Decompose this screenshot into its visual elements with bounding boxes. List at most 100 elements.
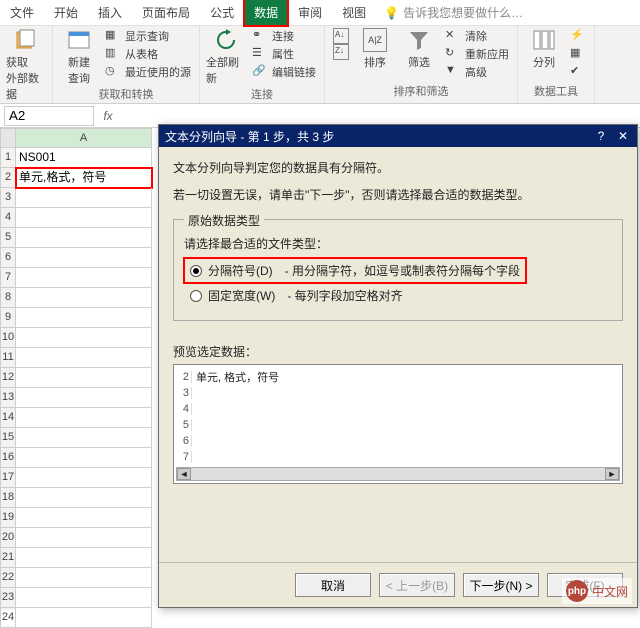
radio-delimited[interactable] (190, 265, 202, 277)
tab-file[interactable]: 文件 (0, 0, 44, 26)
next-button[interactable]: 下一步(N) > (463, 573, 539, 597)
tell-me-search[interactable]: 💡 告诉我您想要做什么… (384, 4, 523, 21)
row-header-12[interactable]: 12 (0, 368, 16, 388)
row-header-5[interactable]: 5 (0, 228, 16, 248)
row-header-24[interactable]: 24 (0, 608, 16, 628)
filter-button[interactable]: 筛选 (399, 28, 439, 70)
refresh-all-button[interactable]: 全部刷新 (206, 28, 246, 86)
tool-icon-3[interactable]: ✔ (568, 64, 588, 80)
cell-a19[interactable] (16, 508, 152, 528)
row-header-22[interactable]: 22 (0, 568, 16, 588)
properties-button[interactable]: ☰属性 (250, 46, 318, 62)
radio-fixed-width[interactable] (190, 290, 202, 302)
advanced-filter-button[interactable]: ▼高级 (443, 64, 511, 80)
cell-a24[interactable] (16, 608, 152, 628)
tab-review[interactable]: 审阅 (288, 0, 332, 26)
cell-a4[interactable] (16, 208, 152, 228)
tab-layout[interactable]: 页面布局 (132, 0, 200, 26)
edit-links-button[interactable]: 🔗编辑链接 (250, 64, 318, 80)
row-header-8[interactable]: 8 (0, 288, 16, 308)
tab-home[interactable]: 开始 (44, 0, 88, 26)
cell-a20[interactable] (16, 528, 152, 548)
reapply-button[interactable]: ↻重新应用 (443, 46, 511, 62)
wizard-intro-1: 文本分列向导判定您的数据具有分隔符。 (173, 159, 623, 176)
scroll-right-icon[interactable]: ► (605, 468, 619, 480)
tab-view[interactable]: 视图 (332, 0, 376, 26)
new-query-button[interactable]: 新建 查询 (59, 28, 99, 86)
text-to-columns-button[interactable]: 分列 (524, 28, 564, 70)
back-button[interactable]: < 上一步(B) (379, 573, 455, 597)
cell-a15[interactable] (16, 428, 152, 448)
row-header-2[interactable]: 2 (0, 168, 16, 188)
cell-a6[interactable] (16, 248, 152, 268)
row-header-1[interactable]: 1 (0, 148, 16, 168)
row-header-13[interactable]: 13 (0, 388, 16, 408)
cell-a21[interactable] (16, 548, 152, 568)
formula-input[interactable] (118, 106, 640, 126)
select-all-corner[interactable] (0, 128, 16, 148)
row-header-14[interactable]: 14 (0, 408, 16, 428)
cell-a7[interactable] (16, 268, 152, 288)
row-header-23[interactable]: 23 (0, 588, 16, 608)
dialog-help-button[interactable]: ? (593, 129, 609, 143)
option-fixed-width[interactable]: 固定宽度(W) - 每列字段加空格对齐 (184, 283, 612, 308)
row-header-20[interactable]: 20 (0, 528, 16, 548)
tab-data[interactable]: 数据 (244, 0, 288, 26)
cell-a8[interactable] (16, 288, 152, 308)
cell-a18[interactable] (16, 488, 152, 508)
connections-button[interactable]: ⚭连接 (250, 28, 318, 44)
row-header-6[interactable]: 6 (0, 248, 16, 268)
cell-a2[interactable]: 单元,格式，符号 (16, 168, 152, 188)
dialog-close-button[interactable]: ✕ (615, 129, 631, 143)
from-table-button[interactable]: ▥从表格 (103, 46, 193, 62)
cell-a11[interactable] (16, 348, 152, 368)
preview-row-5: 5 (178, 417, 618, 433)
row-header-18[interactable]: 18 (0, 488, 16, 508)
preview-scrollbar[interactable]: ◄ ► (176, 467, 620, 481)
fx-button[interactable]: fx (98, 109, 118, 123)
col-header-a[interactable]: A (16, 128, 152, 148)
get-external-data-button[interactable]: 获取 外部数据 (6, 28, 46, 102)
row-header-15[interactable]: 15 (0, 428, 16, 448)
row-header-3[interactable]: 3 (0, 188, 16, 208)
recent-sources-button[interactable]: ◷最近使用的源 (103, 64, 193, 80)
cell-a5[interactable] (16, 228, 152, 248)
new-query-icon (67, 28, 91, 52)
row-header-4[interactable]: 4 (0, 208, 16, 228)
sort-desc-button[interactable]: Z↓ (331, 44, 351, 60)
cell-a13[interactable] (16, 388, 152, 408)
cell-a23[interactable] (16, 588, 152, 608)
cell-a3[interactable] (16, 188, 152, 208)
cell-a16[interactable] (16, 448, 152, 468)
row-header-11[interactable]: 11 (0, 348, 16, 368)
cell-a17[interactable] (16, 468, 152, 488)
show-queries-button[interactable]: ▦显示查询 (103, 28, 193, 44)
row-header-19[interactable]: 19 (0, 508, 16, 528)
tool-icon-2[interactable]: ▦ (568, 46, 588, 62)
clear-filter-button[interactable]: ✕清除 (443, 28, 511, 44)
cell-a14[interactable] (16, 408, 152, 428)
row-header-7[interactable]: 7 (0, 268, 16, 288)
row-header-17[interactable]: 17 (0, 468, 16, 488)
cell-a12[interactable] (16, 368, 152, 388)
name-box[interactable] (4, 106, 94, 126)
row-header-10[interactable]: 10 (0, 328, 16, 348)
sort-button[interactable]: A|Z 排序 (355, 28, 395, 70)
row-header-21[interactable]: 21 (0, 548, 16, 568)
watermark-logo-icon: php (566, 580, 588, 602)
cell-a1[interactable]: NS001 (16, 148, 152, 168)
cell-a22[interactable] (16, 568, 152, 588)
cell-a9[interactable] (16, 308, 152, 328)
row-header-16[interactable]: 16 (0, 448, 16, 468)
scroll-left-icon[interactable]: ◄ (177, 468, 191, 480)
tab-insert[interactable]: 插入 (88, 0, 132, 26)
cell-a10[interactable] (16, 328, 152, 348)
row-header-9[interactable]: 9 (0, 308, 16, 328)
option-delimited[interactable]: 分隔符号(D) - 用分隔字符，如逗号或制表符分隔每个字段 (184, 258, 526, 283)
cancel-button[interactable]: 取消 (295, 573, 371, 597)
tool-icon-1[interactable]: ⚡ (568, 28, 588, 44)
show-queries-icon: ▦ (105, 28, 121, 44)
sort-asc-button[interactable]: A↓ (331, 28, 351, 44)
tab-formulas[interactable]: 公式 (200, 0, 244, 26)
dialog-titlebar[interactable]: 文本分列向导 - 第 1 步，共 3 步 ? ✕ (159, 125, 637, 147)
